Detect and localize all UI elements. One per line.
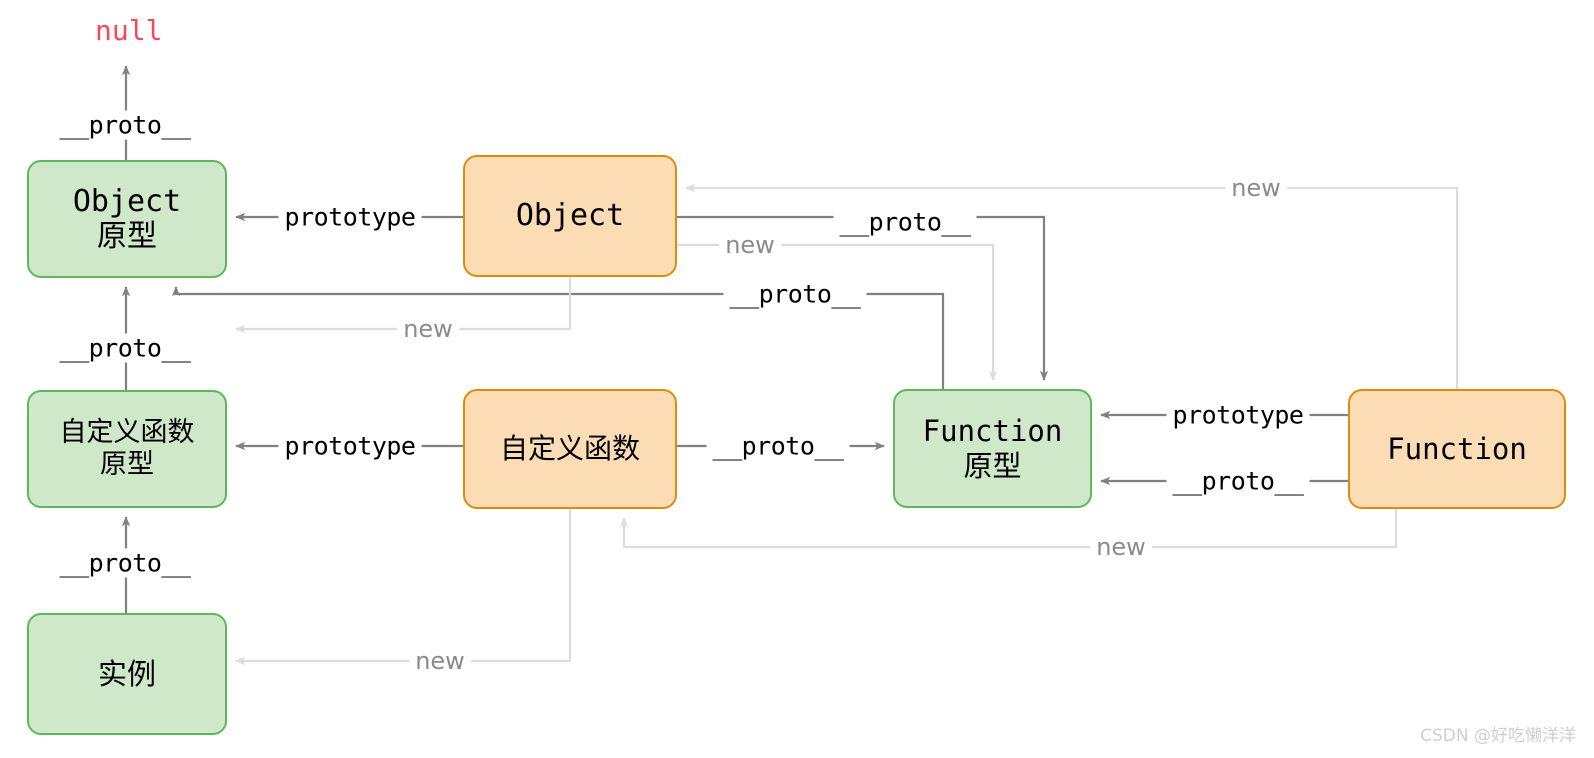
edge-label-funcctor-dunder: __proto__	[1166, 466, 1310, 496]
node-instance[interactable]: 实例	[27, 613, 227, 735]
node-object-constructor-label: Object	[515, 198, 625, 234]
node-custom-function-prototype-line1: 自定义函数	[59, 417, 195, 449]
node-custom-function-constructor[interactable]: 自定义函数	[463, 389, 677, 509]
node-function-constructor-label: Function	[1387, 431, 1527, 466]
edge-label-objctor-objproto: prototype	[278, 202, 422, 232]
edge-objctor-new-funcproto	[677, 243, 998, 381]
edge-label-instance-dunder: __proto__	[53, 548, 197, 578]
edge-label-objctor-new-custom: new	[397, 315, 459, 343]
node-custom-function-prototype-line2: 原型	[100, 449, 154, 480]
prototype-chain-diagram: null Object 原型 Object 自定义函数 原型 自定义函数 Fun…	[0, 0, 1594, 758]
edge-label-funcctor-new-custom: new	[1090, 533, 1152, 561]
edge-customctor-new-instance	[235, 509, 572, 666]
node-object-prototype-line2: 原型	[97, 219, 157, 254]
node-object-constructor[interactable]: Object	[463, 155, 677, 277]
null-label: null	[95, 14, 163, 47]
edge-label-funcctor-prototype: prototype	[1166, 400, 1310, 430]
edge-label-objctor-new-funcproto: new	[719, 231, 781, 259]
node-custom-function-constructor-label: 自定义函数	[499, 432, 640, 466]
watermark: CSDN @好吃懒洋洋	[1420, 726, 1576, 746]
node-function-prototype-line2: 原型	[963, 448, 1022, 483]
edge-layer	[121, 65, 1459, 666]
node-function-constructor[interactable]: Function	[1348, 389, 1566, 509]
edge-label-funcproto-objproto: __proto__	[723, 279, 867, 309]
edge-funcctor-new-customctor	[619, 509, 1398, 549]
edge-label-objctor-funcproto: __proto__	[833, 207, 977, 237]
node-function-prototype-line1: Function	[922, 414, 1063, 449]
edge-label-customctor-new-inst: new	[409, 647, 471, 675]
edge-label-objproto-null: __proto__	[53, 110, 197, 140]
node-instance-label: 实例	[97, 656, 156, 691]
edge-label-customctor-dunder: __proto__	[706, 431, 850, 461]
node-custom-function-prototype[interactable]: 自定义函数 原型	[27, 390, 227, 508]
edge-label-customctor-prototype: prototype	[278, 431, 422, 461]
node-object-prototype-line1: Object	[72, 183, 182, 219]
node-object-prototype[interactable]: Object 原型	[27, 160, 227, 278]
edge-label-customproto-objproto: __proto__	[53, 333, 197, 363]
node-function-prototype[interactable]: Function 原型	[893, 389, 1092, 508]
edge-label-funcctor-objctor-new: new	[1225, 174, 1287, 202]
